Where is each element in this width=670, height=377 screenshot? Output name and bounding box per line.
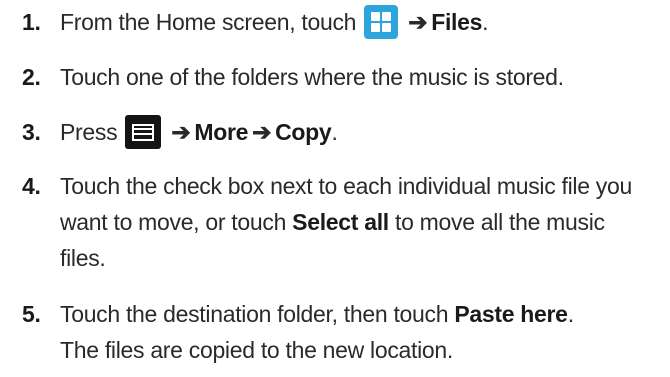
step-text-pre: Press [60, 119, 118, 145]
step-text-pre: From the Home screen, touch [60, 9, 357, 35]
step-number: 3. [22, 119, 41, 145]
step-text-line: files. [60, 245, 106, 271]
step-number: 1. [22, 9, 41, 35]
step-text: Touch the check box next to each individ… [60, 168, 670, 276]
arrow-icon: ➔ [252, 119, 272, 145]
apps-grid-icon [364, 4, 399, 39]
step-text: Touch one of the folders where the music… [60, 59, 670, 95]
step-text-post: to move all the music [395, 209, 605, 235]
step-text-pre: Touch the destination folder, then touch [60, 301, 449, 327]
select-all-label: Select all [292, 209, 389, 235]
copy-label: Copy [275, 119, 332, 145]
step-text: Touch the destination folder, then touch… [60, 296, 670, 368]
menu-key-icon [125, 114, 162, 149]
more-label: More [194, 119, 249, 145]
step-text-pre: want to move, or touch [60, 209, 287, 235]
step-number: 5. [22, 301, 41, 327]
step-text-line: Touch one of the folders where the music… [60, 64, 564, 90]
step-text-line: Touch the check box next to each individ… [60, 173, 632, 199]
paste-here-label: Paste here [454, 301, 568, 327]
arrow-icon: ➔ [408, 9, 428, 35]
step-text-line: The files are copied to the new location… [60, 337, 453, 363]
step-text: Press ➔ More ➔ Copy. [60, 114, 670, 150]
files-label: Files [431, 9, 483, 35]
step-text: From the Home screen, touch ➔ Files. [60, 4, 670, 40]
step-number: 4. [22, 173, 41, 199]
instruction-document: 1. From the Home screen, touch ➔ Files. 2… [0, 0, 670, 377]
period: . [331, 119, 338, 145]
arrow-icon: ➔ [171, 119, 191, 145]
period: . [482, 9, 489, 35]
step-number: 2. [22, 64, 41, 90]
period: . [567, 301, 574, 327]
